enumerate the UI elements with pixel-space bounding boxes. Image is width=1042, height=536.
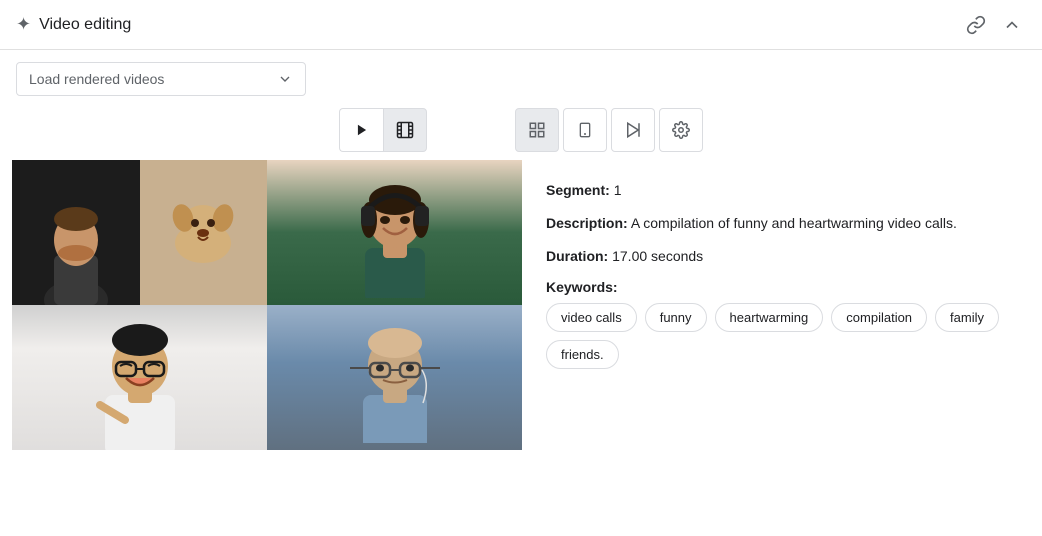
load-videos-dropdown[interactable]: Load rendered videos [16, 62, 306, 96]
dropdown-chevron-icon [277, 71, 293, 87]
link-button[interactable] [962, 11, 990, 39]
dog-figure [140, 160, 268, 305]
settings-icon [672, 121, 690, 139]
collapse-button[interactable] [998, 11, 1026, 39]
video-cell-1 [12, 160, 267, 305]
app-header: ✦ Video editing [0, 0, 1042, 50]
keywords-section: Keywords: video calls funny heartwarmingco… [546, 279, 1010, 369]
keyword-chip: friends. [546, 340, 619, 369]
video-grid [12, 160, 522, 450]
keywords-row: video calls funny heartwarmingcompilation f… [546, 303, 1010, 369]
description-label: Description: [546, 215, 628, 231]
header-right [962, 11, 1026, 39]
keyword-chip: compilation [831, 303, 927, 332]
duration-label: Duration: [546, 248, 608, 264]
film-strip-button[interactable] [383, 108, 427, 152]
keyword-chip: video calls [546, 303, 637, 332]
segment-row: Segment: 1 [546, 180, 1010, 201]
view-controls [515, 108, 703, 152]
duration-value: 17.00 seconds [612, 248, 703, 264]
header-left: ✦ Video editing [16, 14, 131, 35]
toolbar: Load rendered videos [0, 50, 1042, 108]
keyword-chip: heartwarming [715, 303, 824, 332]
main-content: Segment: 1 Description: A compilation of… [0, 160, 1042, 450]
preview-icon [624, 121, 642, 139]
video-controls-row [0, 108, 1042, 160]
video-cell-4 [267, 305, 522, 450]
video-cell-2 [267, 160, 522, 305]
grid-icon [528, 121, 546, 139]
description-value: A compilation of funny and heartwarming … [631, 215, 957, 231]
man-figure [12, 160, 140, 305]
grid-view-button[interactable] [515, 108, 559, 152]
preview-button[interactable] [611, 108, 655, 152]
play-button[interactable] [339, 108, 383, 152]
film-icon [396, 121, 414, 139]
segment-label: Segment: [546, 182, 610, 198]
video-cell-3 [12, 305, 267, 450]
playback-controls [339, 108, 427, 152]
info-panel: Segment: 1 Description: A compilation of… [522, 160, 1034, 450]
wand-icon: ✦ [16, 14, 31, 35]
settings-button[interactable] [659, 108, 703, 152]
duration-row: Duration: 17.00 seconds [546, 246, 1010, 267]
keyword-chip: funny [645, 303, 707, 332]
description-row: Description: A compilation of funny and … [546, 213, 1010, 234]
keywords-label: Keywords: [546, 279, 1010, 295]
mobile-view-button[interactable] [563, 108, 607, 152]
keyword-chip: family [935, 303, 999, 332]
segment-value: 1 [614, 182, 622, 198]
mobile-icon [577, 121, 593, 139]
page-title: Video editing [39, 16, 131, 34]
play-icon [355, 123, 369, 137]
load-dropdown-label: Load rendered videos [29, 71, 164, 87]
